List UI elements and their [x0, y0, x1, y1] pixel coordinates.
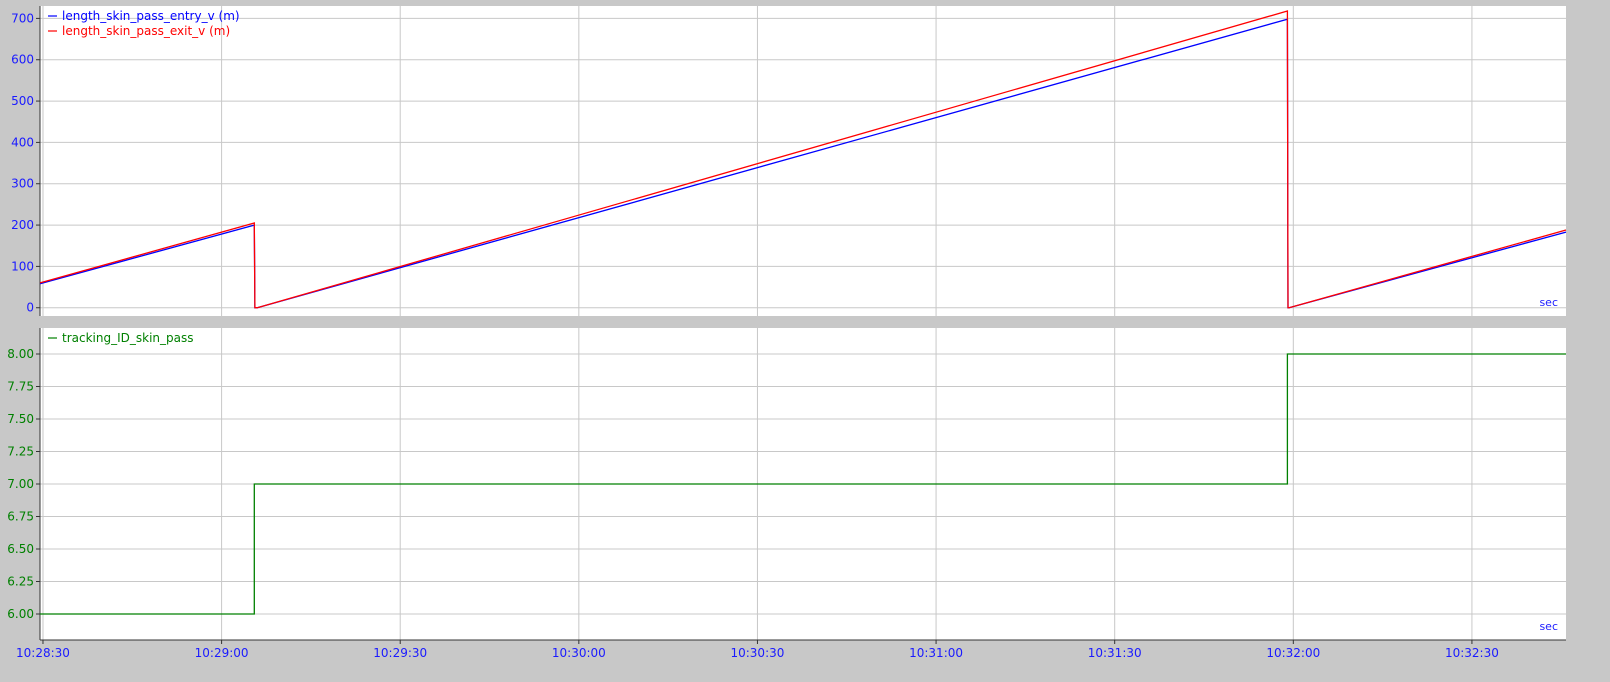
y-tick-label: 6.75 — [7, 510, 34, 524]
legend-label: length_skin_pass_entry_v (m) — [62, 9, 240, 23]
unit-label: sec — [1539, 296, 1558, 309]
y-tick-label: 600 — [11, 53, 34, 67]
x-tick-label: 10:28:30 — [16, 646, 70, 660]
unit-label: sec — [1539, 620, 1558, 633]
y-tick-label: 100 — [11, 259, 34, 273]
x-tick-label: 10:32:00 — [1266, 646, 1320, 660]
x-tick-label: 10:30:00 — [552, 646, 606, 660]
y-tick-label: 200 — [11, 218, 34, 232]
y-tick-label: 7.75 — [7, 380, 34, 394]
y-tick-label: 7.50 — [7, 412, 34, 426]
x-tick-label: 10:29:00 — [195, 646, 249, 660]
y-tick-label: 0 — [26, 301, 34, 315]
legend-label: length_skin_pass_exit_v (m) — [62, 24, 230, 38]
x-tick-label: 10:30:30 — [730, 646, 784, 660]
x-tick-label: 10:31:00 — [909, 646, 963, 660]
y-tick-label: 8.00 — [7, 347, 34, 361]
x-tick-label: 10:31:30 — [1088, 646, 1142, 660]
y-tick-label: 6.25 — [7, 575, 34, 589]
trend-chart: 0 100 200 300 400 500 600 700 length_skin_pass_e… — [0, 0, 1610, 678]
y-tick-label: 6.00 — [7, 607, 34, 621]
x-tick-label: 10:29:30 — [373, 646, 427, 660]
y-tick-label: 400 — [11, 135, 34, 149]
plot-area — [40, 6, 1566, 316]
y-tick-label: 7.25 — [7, 445, 34, 459]
legend-label: tracking_ID_skin_pass — [62, 331, 194, 345]
trend-chart-svg: 0 100 200 300 400 500 600 700 length_skin_pass_e… — [7, 6, 1567, 660]
y-tick-label: 700 — [11, 11, 34, 25]
y-tick-label: 7.00 — [7, 477, 34, 491]
x-tick-label: 10:32:30 — [1445, 646, 1499, 660]
y-tick-label: 6.50 — [7, 542, 34, 556]
y-tick-label: 500 — [11, 94, 34, 108]
y-tick-label: 300 — [11, 177, 34, 191]
